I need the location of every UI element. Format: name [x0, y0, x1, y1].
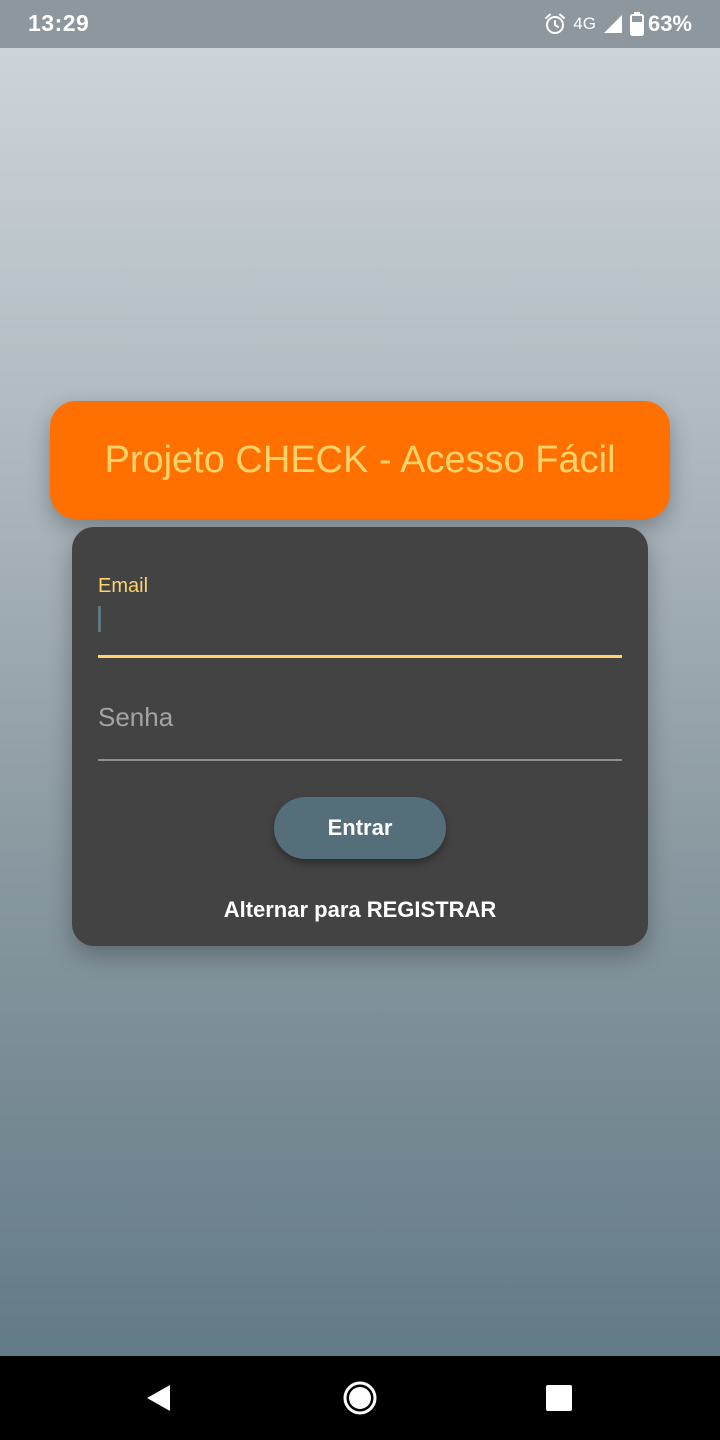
login-card: Email Entrar Alternar para REGISTRAR	[72, 527, 648, 946]
email-label: Email	[98, 575, 149, 597]
password-field[interactable]	[98, 689, 622, 745]
email-field[interactable]	[98, 603, 622, 655]
login-button[interactable]: Entrar	[274, 797, 446, 859]
login-button-label: Entrar	[327, 815, 393, 840]
signal-icon	[602, 13, 624, 35]
home-icon[interactable]	[340, 1378, 380, 1418]
status-time: 13:29	[28, 10, 90, 36]
battery-percentage: 63%	[647, 11, 692, 36]
email-field-underline	[98, 655, 622, 658]
navigation-bar	[0, 1356, 720, 1440]
app-screen: 13:29 4G 63% Projeto CHECK - Acesso Fáci…	[0, 0, 720, 1440]
text-cursor	[98, 606, 101, 632]
status-bar: 13:29 4G 63%	[0, 0, 720, 48]
alarm-icon	[543, 12, 567, 36]
header-card: Projeto CHECK - Acesso Fácil	[50, 401, 670, 519]
password-field-underline	[98, 759, 622, 761]
switch-to-register-link[interactable]: Alternar para REGISTRAR	[72, 897, 648, 923]
back-icon[interactable]	[138, 1378, 178, 1418]
battery-icon	[629, 12, 644, 36]
status-icons: 4G 63%	[537, 10, 692, 38]
recents-icon[interactable]	[539, 1378, 579, 1418]
network-type: 4G	[573, 14, 596, 33]
app-title: Projeto CHECK - Acesso Fácil	[104, 438, 616, 481]
